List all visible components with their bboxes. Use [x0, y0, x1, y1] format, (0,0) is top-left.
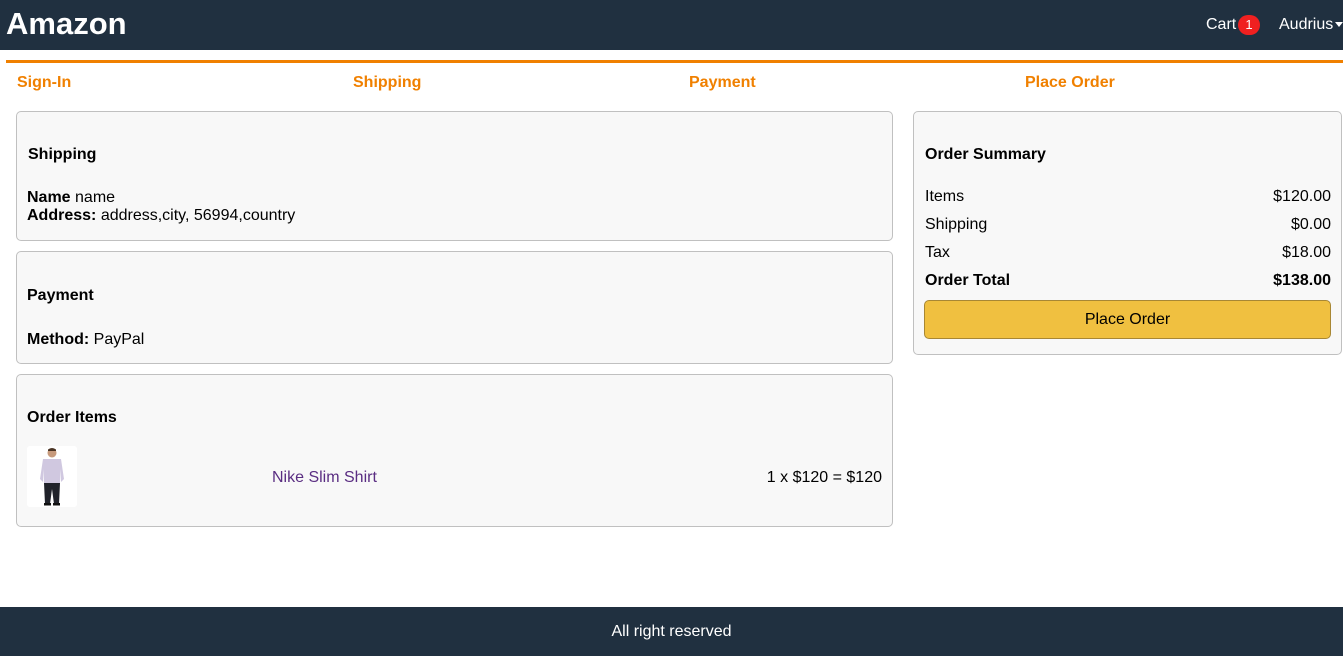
order-summary-card: Order Summary Items $120.00 Shipping $0.…	[913, 111, 1342, 355]
shirt-product-image[interactable]	[27, 446, 77, 507]
shipping-name-label: Name	[27, 189, 71, 206]
summary-row-tax: Tax $18.00	[925, 243, 1331, 262]
summary-row-shipping: Shipping $0.00	[925, 215, 1331, 234]
step-sign-in: Sign-In	[17, 74, 72, 91]
caret-down-icon	[1335, 22, 1343, 28]
shipping-name-line: Name name	[27, 188, 115, 207]
order-item-name-link[interactable]: Nike Slim Shirt	[272, 468, 377, 487]
payment-method-value: PayPal	[93, 331, 145, 348]
summary-shipping-label: Shipping	[925, 216, 988, 233]
user-dropdown-toggle[interactable]: Audrius	[1279, 15, 1343, 34]
summary-row-items: Items $120.00	[925, 187, 1331, 206]
summary-tax-label: Tax	[925, 244, 950, 261]
payment-method-label: Method:	[27, 331, 90, 348]
shipping-name-value: name	[75, 189, 116, 206]
shipping-address-line: Address: address,city, 56994,country	[27, 206, 295, 225]
order-items-card: Order Items Nike Slim Shirt 1 x $120 = $…	[16, 374, 893, 527]
shipping-address-label: Address:	[27, 207, 97, 224]
step-payment: Payment	[689, 74, 756, 91]
shipping-address-value: address,city, 56994,country	[100, 207, 296, 224]
shipping-card-title: Shipping	[28, 146, 97, 163]
summary-shipping-value: $0.00	[1290, 216, 1331, 233]
step-place-order: Place Order	[1025, 74, 1115, 91]
brand-logo-link[interactable]: Amazon	[6, 5, 127, 43]
payment-method-line: Method: PayPal	[27, 330, 144, 349]
summary-items-label: Items	[925, 188, 965, 205]
shirt-figure-icon	[27, 446, 77, 507]
cart-count-badge[interactable]: 1	[1238, 15, 1260, 35]
summary-total-value: $138.00	[1273, 272, 1331, 289]
checkout-steps: Sign-In Shipping Payment Place Order	[6, 60, 1343, 97]
summary-tax-value: $18.00	[1282, 244, 1331, 261]
summary-items-value: $120.00	[1273, 188, 1331, 205]
top-navbar: Amazon Cart 1 Audrius	[0, 0, 1343, 50]
order-summary-title: Order Summary	[925, 146, 1046, 163]
user-name-label: Audrius	[1279, 16, 1334, 33]
summary-row-order-total: Order Total $138.00	[925, 271, 1331, 290]
footer-text: All right reserved	[611, 623, 732, 640]
payment-card: Payment Method: PayPal	[16, 251, 893, 364]
payment-card-title: Payment	[27, 287, 94, 304]
footer: All right reserved	[0, 607, 1343, 656]
order-item-line-total: 1 x $120 = $120	[766, 469, 882, 486]
summary-total-label: Order Total	[925, 272, 1011, 289]
shipping-card: Shipping Name name Address: address,city…	[16, 111, 893, 241]
order-items-title: Order Items	[27, 409, 117, 426]
step-shipping: Shipping	[353, 74, 422, 91]
place-order-button[interactable]: Place Order	[924, 300, 1331, 339]
cart-link[interactable]: Cart	[1206, 15, 1236, 34]
